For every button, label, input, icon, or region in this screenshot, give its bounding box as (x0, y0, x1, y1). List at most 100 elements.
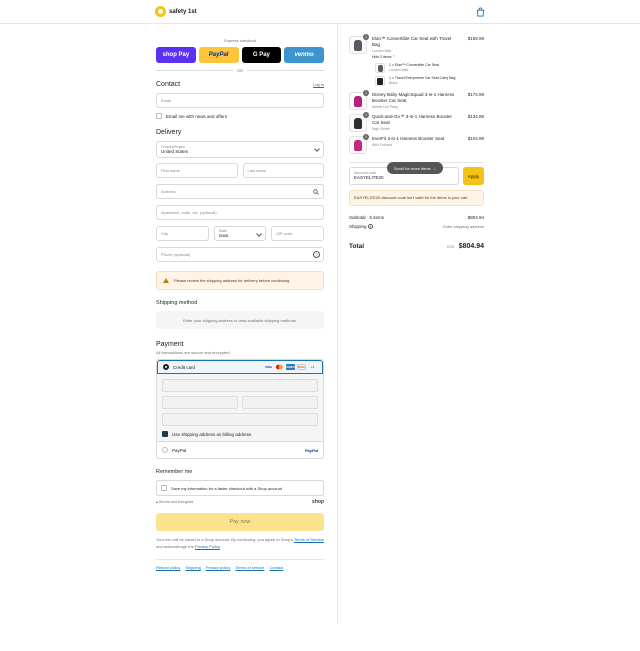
google-pay-button[interactable]: G Pay (241, 47, 282, 63)
order-item: 1 Elan™ Convertible Car Seat with Travel… (349, 34, 484, 60)
delivery-title: Delivery (156, 129, 182, 136)
remember-me-title: Remember me (156, 469, 193, 475)
visa-icon: VISA (264, 365, 272, 369)
product-thumbnail: 1 (349, 90, 369, 110)
item-price: $174.99 (467, 92, 484, 97)
last-name-field[interactable]: Last name (242, 163, 324, 178)
shipping-row: Shipping ? Enter shipping address (349, 224, 484, 229)
address-placeholder: Address (161, 189, 176, 194)
first-name-field[interactable]: First name (156, 163, 238, 178)
payment-title: Payment (156, 341, 184, 348)
order-item: 1 Disney Baby MagicSquad 3-in-1 Harness … (349, 90, 484, 110)
zip-placeholder: ZIP code (276, 231, 293, 236)
order-item: 1 Quick-and-Go™ 3-in-1 Harness Booster C… (349, 112, 484, 132)
discount-error: EASYELITE20 discount code isn't valid fo… (349, 190, 484, 206)
quantity-badge: 1 (363, 134, 369, 140)
footer-shipping-link[interactable]: Shipping (185, 565, 201, 570)
shop-pay-button[interactable]: shop Pay (156, 47, 196, 63)
shopping-bag-icon[interactable] (476, 7, 485, 17)
city-field[interactable]: City (156, 226, 209, 241)
paypal-label: PayPal (172, 447, 187, 453)
shipping-label: Shipping (349, 224, 367, 229)
news-opt-in[interactable]: Email me with news and offers (156, 113, 324, 119)
product-thumbnail: 1 (349, 112, 369, 132)
header: safety 1st (0, 0, 640, 24)
privacy-link[interactable]: Privacy Policy (195, 544, 220, 549)
first-name-placeholder: First name (161, 168, 180, 173)
address-field[interactable]: Address (156, 184, 324, 199)
item-info: Quick-and-Go™ 3-in-1 Harness Booster Car… (372, 114, 459, 132)
paypal-logo: PayPal (304, 447, 318, 453)
terms-link[interactable]: Terms of Service (294, 537, 324, 542)
billing-same-checkbox[interactable] (162, 431, 168, 437)
hide-items-toggle[interactable]: Hide 2 items ⌃ (372, 54, 459, 60)
footer-refund-link[interactable]: Refund policy (156, 565, 180, 570)
venmo-button[interactable]: venmo (284, 47, 324, 63)
total-label: Total (349, 243, 365, 250)
item-info: Disney Baby MagicSquad 3-in-1 Harness Bo… (372, 92, 459, 110)
warning-icon (163, 278, 169, 283)
zip-field[interactable]: ZIP code (271, 226, 325, 241)
pay-now-button[interactable]: Pay now (156, 513, 324, 531)
shop-save-option[interactable]: Save my information for a faster checkou… (156, 480, 324, 496)
expiry-field[interactable] (162, 396, 238, 409)
apartment-field[interactable]: Apartment, suite, etc. (optional) (156, 205, 324, 220)
quantity-badge: 1 (363, 90, 369, 96)
card-expiry-cvc-row (162, 396, 318, 413)
name-on-card-field[interactable] (162, 413, 318, 426)
paypal-option[interactable]: PayPal PayPal (157, 442, 323, 458)
chevron-up-icon: ⌃ (392, 55, 396, 59)
state-select[interactable]: State Iowa (213, 226, 267, 241)
product-thumbnail (375, 63, 385, 73)
paypal-radio[interactable] (162, 447, 168, 453)
product-thumbnail: 1 (349, 34, 369, 54)
phone-field[interactable]: Phone (optional) ? (156, 247, 324, 262)
payment-subtitle: All transactions are secure and encrypte… (156, 350, 231, 355)
footer-contact-link[interactable]: Contact (269, 565, 283, 570)
item-variant: Minnie Dot Party (372, 105, 398, 109)
phone-placeholder: Phone (optional) (161, 252, 191, 257)
secure-row: 🔒︎ Secure and encrypted shop (156, 499, 324, 505)
card-number-field[interactable] (162, 379, 318, 392)
name-row: First name Last name (156, 163, 324, 178)
discount-value: EASYELITE20 (354, 175, 384, 180)
apply-button[interactable]: Apply (463, 167, 484, 185)
apartment-placeholder: Apartment, suite, etc. (optional) (161, 210, 217, 215)
city-state-zip-row: City State Iowa ZIP code (156, 226, 325, 241)
car-seat-icon (354, 117, 362, 129)
express-checkout-label: Express checkout (224, 38, 256, 43)
email-field[interactable]: Email (156, 93, 324, 108)
brand-logo[interactable]: safety 1st (155, 6, 197, 17)
footer-privacy-link[interactable]: Privacy policy (206, 565, 230, 570)
info-icon[interactable]: ? (367, 224, 373, 229)
billing-same-option[interactable]: Use shipping address as billing address (162, 431, 318, 437)
item-variant: Wild Fuchsia (372, 143, 393, 147)
scroll-for-more-button[interactable]: Scroll for more items ↓ (387, 162, 443, 174)
news-checkbox[interactable] (156, 113, 162, 119)
car-seat-icon (354, 139, 362, 151)
subtotal-label: Subtotal · 5 items (349, 215, 385, 220)
help-icon[interactable]: ? (313, 251, 320, 258)
checkout-form: Express checkout shop Pay PayPal G Pay v… (156, 24, 325, 570)
contact-header: Contact Log in (156, 81, 324, 88)
footer-terms-link[interactable]: Terms of service (235, 565, 264, 570)
item-name: Quick-and-Go™ 3-in-1 Harness Booster Car… (372, 114, 453, 125)
or-divider: OR (156, 68, 324, 73)
item-price: $159.99 (467, 36, 484, 41)
search-icon (313, 189, 319, 195)
currency-label: USD (446, 245, 455, 249)
credit-card-radio[interactable] (163, 364, 169, 370)
subtotal-value: $804.94 (467, 215, 484, 220)
country-select[interactable]: Country/Region United States (156, 141, 324, 158)
paypal-button[interactable]: PayPal (198, 47, 239, 63)
shipping-address-notice: Please review the shipping address for d… (156, 271, 324, 290)
credit-card-option[interactable]: Credit card VISA AMEX DISC +1 (157, 360, 323, 374)
save-info-checkbox[interactable] (161, 485, 167, 491)
brand-name: safety 1st (169, 8, 197, 15)
login-link[interactable]: Log in (313, 82, 324, 87)
bundle-item-variant: London Mist (389, 68, 409, 72)
order-item: 1 EverFit 3-in-1 Harness Booster Seat Wi… (349, 134, 484, 154)
security-code-field[interactable] (242, 396, 318, 409)
state-value: Iowa (218, 233, 229, 238)
payment-methods: Credit card VISA AMEX DISC +1 Use shippi… (156, 359, 324, 459)
